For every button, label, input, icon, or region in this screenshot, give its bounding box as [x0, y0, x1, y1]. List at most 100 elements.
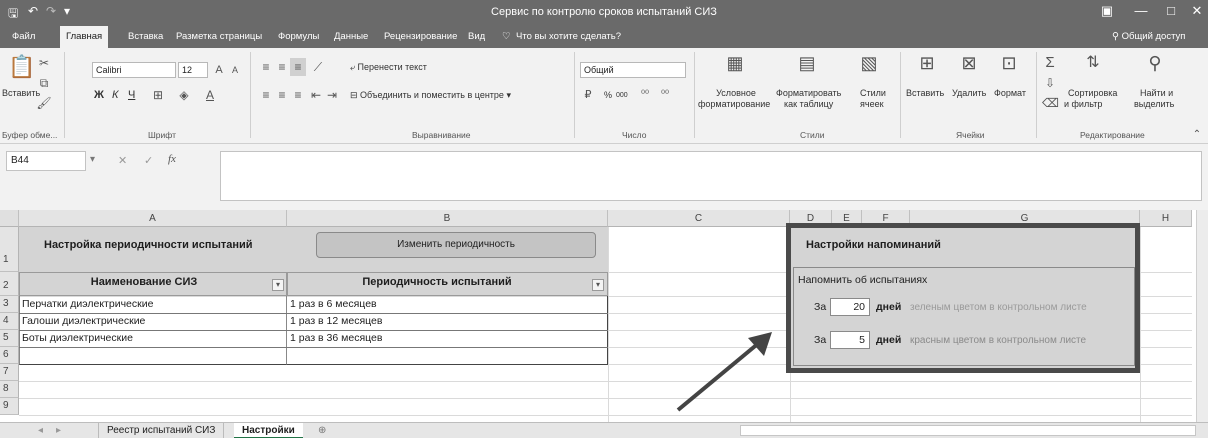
format-cells-label[interactable]: Формат	[994, 88, 1026, 99]
sheet-tab-settings[interactable]: Настройки	[234, 423, 303, 438]
table-row-name[interactable]: Боты диэлектрические	[22, 330, 133, 347]
reminder-1-days-input[interactable]: 20	[830, 298, 870, 316]
decrease-indent-icon[interactable]: ⇤	[308, 86, 324, 104]
align-top-icon[interactable]: ≡	[258, 58, 274, 76]
name-box-dropdown-icon[interactable]: ▾	[90, 154, 95, 165]
align-center-icon[interactable]: ≡	[274, 86, 290, 104]
filter-dropdown-icon[interactable]: ▾	[272, 279, 284, 291]
find-select-label-1[interactable]: Найти и	[1140, 88, 1173, 99]
decrease-decimal-icon[interactable]: ⁰⁰	[656, 86, 674, 104]
format-as-table-label-1[interactable]: Форматировать	[776, 88, 841, 99]
orientation-icon[interactable]: ⟋	[310, 58, 326, 76]
format-as-table-icon[interactable]: ▤	[796, 54, 818, 72]
horizontal-scrollbar[interactable]	[740, 425, 1196, 436]
table-row-period[interactable]: 1 раз в 36 месяцев	[290, 330, 382, 347]
row-header-7[interactable]: 7	[0, 364, 19, 381]
formula-input[interactable]	[220, 151, 1202, 201]
tab-page-layout[interactable]: Разметка страницы	[170, 26, 268, 48]
close-icon[interactable]: ✕	[1186, 3, 1208, 19]
align-bottom-icon[interactable]: ≡	[290, 58, 306, 76]
row-header-9[interactable]: 9	[0, 398, 19, 415]
maximize-icon[interactable]: □	[1160, 3, 1182, 18]
filter-dropdown-icon[interactable]: ▾	[592, 279, 604, 291]
reminder-2-days-input[interactable]: 5	[830, 331, 870, 349]
conditional-format-label-2[interactable]: форматирование	[698, 99, 770, 110]
paste-label[interactable]: Вставить	[2, 88, 40, 99]
tab-view[interactable]: Вид	[462, 26, 491, 48]
merge-center-button[interactable]: ⊟ Объединить и поместить в центре ▾	[350, 90, 511, 101]
ribbon-display-icon[interactable]: ▣	[1096, 3, 1118, 19]
format-as-table-label-2[interactable]: как таблицу	[784, 99, 833, 110]
italic-button[interactable]: К	[112, 90, 118, 101]
select-all-corner[interactable]	[0, 210, 19, 227]
percent-button[interactable]: %	[604, 90, 612, 101]
tab-review[interactable]: Рецензирование	[378, 26, 463, 48]
copy-icon[interactable]: ⧉	[36, 74, 52, 92]
row-header-5[interactable]: 5	[0, 330, 19, 347]
row-header-1[interactable]: 1	[0, 227, 19, 272]
share-button[interactable]: ⚲ Общий доступ	[1106, 26, 1191, 48]
tab-home[interactable]: Главная	[60, 26, 109, 48]
row-header-6[interactable]: 6	[0, 347, 19, 364]
currency-icon[interactable]: ₽	[580, 86, 596, 104]
table-row-name[interactable]: Перчатки диэлектрические	[22, 296, 153, 313]
row-header-2[interactable]: 2	[0, 272, 19, 296]
cell-styles-label-1[interactable]: Стили	[860, 88, 886, 99]
cell-styles-label-2[interactable]: ячеек	[860, 99, 884, 110]
increase-indent-icon[interactable]: ⇥	[324, 86, 340, 104]
next-sheet-icon[interactable]: ▸	[48, 423, 69, 438]
thousands-button[interactable]: 000	[616, 90, 628, 101]
conditional-format-label-1[interactable]: Условное	[716, 88, 756, 99]
sort-filter-label-1[interactable]: Сортировка	[1068, 88, 1117, 99]
insert-cells-icon[interactable]: ⊞	[916, 54, 938, 72]
add-sheet-button[interactable]: ⊕	[310, 423, 334, 438]
change-period-button[interactable]: Изменить периодичность	[316, 232, 596, 258]
sort-filter-label-2[interactable]: и фильтр	[1064, 99, 1102, 110]
column-header-h[interactable]: H	[1140, 210, 1192, 227]
tab-data[interactable]: Данные	[328, 26, 374, 48]
autosum-icon[interactable]: Σ	[1042, 54, 1058, 72]
table-row-period[interactable]: 1 раз в 12 месяцев	[290, 313, 382, 330]
cut-icon[interactable]: ✂	[36, 54, 52, 72]
column-header-c[interactable]: C	[608, 210, 790, 227]
column-header-a[interactable]: A	[19, 210, 287, 227]
tab-file[interactable]: Файл	[6, 26, 41, 48]
font-size-select[interactable]: 12	[178, 62, 208, 78]
collapse-ribbon-icon[interactable]: ⌃	[1190, 126, 1204, 144]
sheet-tab-registry[interactable]: Реестр испытаний СИЗ	[98, 423, 225, 438]
tell-me-input[interactable]: Что вы хотите сделать?	[510, 26, 627, 48]
confirm-entry-icon[interactable]: ✓	[144, 154, 153, 167]
align-right-icon[interactable]: ≡	[290, 86, 306, 104]
number-format-select[interactable]: Общий	[580, 62, 686, 78]
row-header-4[interactable]: 4	[0, 313, 19, 330]
find-select-icon[interactable]: ⚲	[1144, 54, 1166, 72]
increase-font-icon[interactable]: A	[212, 61, 226, 79]
column-header-b[interactable]: B	[287, 210, 608, 227]
paste-icon[interactable]: 📋	[8, 54, 35, 80]
find-select-label-2[interactable]: выделить	[1134, 99, 1174, 110]
font-name-select[interactable]: Calibri	[92, 62, 176, 78]
row-header-3[interactable]: 3	[0, 296, 19, 313]
insert-cells-label[interactable]: Вставить	[906, 88, 944, 99]
clear-icon[interactable]: ⌫	[1042, 94, 1059, 112]
format-cells-icon[interactable]: ⊡	[998, 54, 1020, 72]
delete-cells-label[interactable]: Удалить	[952, 88, 986, 99]
borders-icon[interactable]: ⊞	[150, 86, 166, 104]
tab-insert[interactable]: Вставка	[122, 26, 169, 48]
row-header-8[interactable]: 8	[0, 381, 19, 398]
delete-cells-icon[interactable]: ⊠	[958, 54, 980, 72]
fill-icon[interactable]: ⇩	[1042, 74, 1058, 92]
increase-decimal-icon[interactable]: ⁰⁰	[636, 86, 654, 104]
wrap-text-button[interactable]: ⤶ Перенести текст	[350, 62, 427, 73]
table-row-name[interactable]: Галоши диэлектрические	[22, 313, 145, 330]
fill-color-icon[interactable]: ◈	[176, 86, 192, 104]
conditional-format-icon[interactable]: ▦	[724, 54, 746, 72]
align-middle-icon[interactable]: ≡	[274, 58, 290, 76]
decrease-font-icon[interactable]: A	[228, 61, 242, 79]
table-row-period[interactable]: 1 раз в 6 месяцев	[290, 296, 377, 313]
format-painter-icon[interactable]: 🖌	[36, 94, 52, 112]
bold-button[interactable]: Ж	[94, 90, 104, 101]
tab-formulas[interactable]: Формулы	[272, 26, 325, 48]
sort-filter-icon[interactable]: ⇅	[1082, 54, 1104, 72]
insert-function-icon[interactable]: fx	[168, 153, 176, 165]
